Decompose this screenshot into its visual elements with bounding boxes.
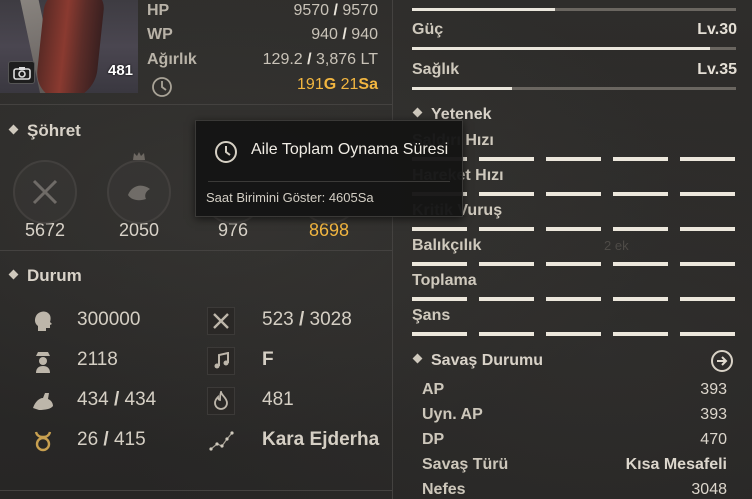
diamond-bullet-icon bbox=[8, 124, 19, 135]
skill-segment bbox=[546, 157, 601, 161]
diamond-bullet-icon bbox=[412, 353, 423, 364]
divider bbox=[0, 490, 392, 491]
stat-wp: WP 940 / 940 bbox=[147, 26, 378, 48]
clock-icon bbox=[214, 140, 238, 169]
stat-value: 9570 / 9570 bbox=[293, 2, 378, 19]
stat-label-strength: Güç bbox=[412, 21, 444, 38]
stat-label: WP bbox=[147, 26, 173, 43]
skill-segment bbox=[546, 332, 601, 336]
skill-segments bbox=[412, 332, 736, 336]
condition-value: 434 / 434 bbox=[77, 389, 157, 410]
condition-value: 481 bbox=[262, 389, 294, 410]
tooltip-divider bbox=[208, 181, 450, 182]
skill-segment bbox=[680, 262, 735, 266]
fame-combat[interactable]: 5672 bbox=[10, 160, 80, 241]
fish-head-icon bbox=[107, 160, 171, 224]
skill-segment bbox=[680, 297, 735, 301]
skill-segment bbox=[613, 332, 668, 336]
stat-level-health: Lv.35 bbox=[697, 61, 737, 78]
taurus-icon bbox=[29, 427, 57, 455]
progress-bar bbox=[412, 8, 736, 11]
skill-segments bbox=[412, 297, 736, 301]
skill-segment bbox=[613, 262, 668, 266]
playtime-value: 191G 21Sa bbox=[297, 76, 378, 93]
skill-segment bbox=[479, 192, 534, 196]
playtime-tooltip: Aile Toplam Oynama Süresi Saat Birimini … bbox=[195, 120, 463, 217]
divider bbox=[0, 250, 392, 251]
soldier-icon bbox=[29, 347, 57, 375]
crossed-swords-icon bbox=[13, 160, 77, 224]
condition-value: 2118 bbox=[77, 349, 118, 370]
skill-segment bbox=[680, 192, 735, 196]
battle-section-title: Savaş Durumu bbox=[412, 352, 543, 370]
crossed-tools-icon bbox=[207, 307, 235, 335]
flame-icon bbox=[207, 387, 235, 415]
skill-segments bbox=[412, 227, 736, 231]
skill-segment bbox=[613, 227, 668, 231]
skill-segment bbox=[479, 227, 534, 231]
arrow-right-circle-icon[interactable] bbox=[711, 350, 733, 372]
character-info-window: 481 HP 9570 / 9570 WP 940 / 940 Ağırlık … bbox=[0, 0, 752, 499]
strength-progress-bar bbox=[412, 47, 736, 50]
camera-icon bbox=[12, 66, 31, 80]
portrait-level-badge: 481 bbox=[108, 62, 134, 79]
condition-value: F bbox=[262, 349, 274, 370]
screenshot-button[interactable] bbox=[8, 61, 35, 84]
skill-segment bbox=[412, 227, 467, 231]
diamond-bullet-icon bbox=[412, 107, 423, 118]
fame-life[interactable]: 2050 bbox=[104, 152, 174, 241]
skill-segment bbox=[680, 157, 735, 161]
skill-segment bbox=[412, 332, 467, 336]
music-note-icon bbox=[207, 347, 235, 375]
skill-segment bbox=[546, 192, 601, 196]
skill-segments bbox=[412, 262, 736, 266]
stat-value: 940 / 940 bbox=[311, 26, 378, 43]
stat-label: HP bbox=[147, 2, 170, 19]
divider bbox=[0, 104, 392, 105]
health-progress-bar bbox=[412, 87, 736, 90]
skill-segment bbox=[546, 297, 601, 301]
skill-note: 2 ek bbox=[604, 238, 629, 253]
skill-segment bbox=[479, 332, 534, 336]
constellation-icon bbox=[207, 427, 235, 455]
skill-segment bbox=[546, 262, 601, 266]
skill-segment bbox=[613, 297, 668, 301]
condition-section-title: Durum bbox=[8, 266, 82, 286]
stat-label-health: Sağlık bbox=[412, 61, 460, 78]
skill-segment bbox=[412, 262, 467, 266]
skill-segment bbox=[613, 157, 668, 161]
skill-segment bbox=[680, 227, 735, 231]
condition-value: 523 / 3028 bbox=[262, 309, 352, 330]
skill-segment bbox=[412, 297, 467, 301]
condition-value: Kara Ejderha bbox=[262, 429, 380, 450]
skill-segment bbox=[479, 262, 534, 266]
skill-label: Balıkçılık bbox=[412, 237, 482, 254]
crown-icon bbox=[133, 152, 145, 160]
head-profile-icon bbox=[29, 307, 57, 335]
skill-label: Şans bbox=[412, 307, 451, 324]
condition-value: 300000 bbox=[77, 309, 141, 330]
panel-separator bbox=[392, 0, 393, 499]
condition-value: 26 / 415 bbox=[77, 429, 146, 450]
skill-label: Toplama bbox=[412, 272, 477, 289]
skill-segment bbox=[680, 332, 735, 336]
stat-value: 129.2 / 3,876 LT bbox=[262, 51, 378, 68]
character-portrait[interactable]: 481 bbox=[0, 0, 138, 93]
flexed-arm-icon bbox=[29, 387, 57, 415]
left-panel: 481 HP 9570 / 9570 WP 940 / 940 Ağırlık … bbox=[0, 0, 392, 499]
stat-hp: HP 9570 / 9570 bbox=[147, 2, 378, 24]
skill-segment bbox=[479, 157, 534, 161]
skill-segment bbox=[613, 192, 668, 196]
clock-icon bbox=[151, 76, 173, 103]
diamond-bullet-icon bbox=[8, 269, 19, 280]
fame-section-title: Şöhret bbox=[8, 121, 81, 141]
stat-label: Ağırlık bbox=[147, 51, 197, 68]
tooltip-title: Aile Toplam Oynama Süresi bbox=[251, 141, 449, 158]
stat-level-strength: Lv.30 bbox=[697, 21, 737, 38]
skill-segment bbox=[546, 227, 601, 231]
playtime-row[interactable]: 191G 21Sa bbox=[147, 76, 378, 98]
tooltip-body: Saat Birimini Göster: 4605Sa bbox=[206, 190, 374, 205]
skill-segment bbox=[479, 297, 534, 301]
stat-weight: Ağırlık 129.2 / 3,876 LT bbox=[147, 51, 378, 73]
